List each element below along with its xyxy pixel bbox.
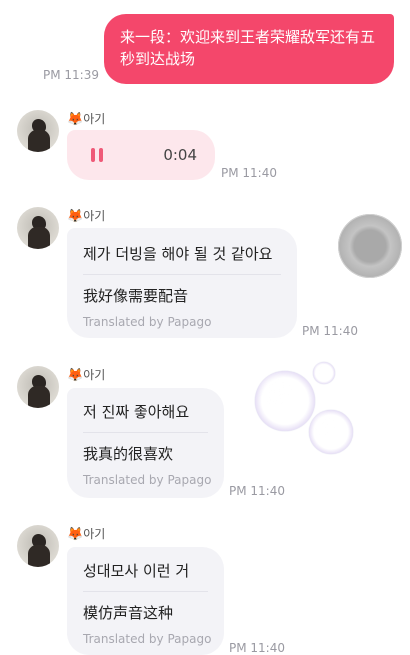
translated-text: 我真的很喜欢 bbox=[83, 445, 174, 463]
soap-bubble-sticker bbox=[313, 362, 335, 384]
sender-name: 🦊아기 bbox=[67, 527, 106, 542]
avatar[interactable] bbox=[17, 525, 59, 567]
original-text: 저 진짜 좋아해요 bbox=[83, 403, 190, 421]
sender-name: 🦊아기 bbox=[67, 209, 106, 224]
original-text: 제가 더빙을 해야 될 것 같아요 bbox=[83, 245, 273, 263]
soap-bubble-sticker bbox=[309, 410, 353, 454]
received-message-bubble[interactable]: 성대모사 이런 거 模仿声音这种 Translated by Papago bbox=[67, 547, 224, 655]
soap-bubble-sticker bbox=[255, 371, 315, 431]
divider bbox=[83, 591, 208, 592]
translated-text: 模仿声音这种 bbox=[83, 604, 174, 622]
sent-message-text: 来一段：欢迎来到王者荣耀敌军还有五秒到达战场 bbox=[120, 28, 376, 68]
voice-message-time: PM 11:40 bbox=[221, 166, 277, 180]
translated-text: 我好像需要配音 bbox=[83, 287, 189, 305]
avatar[interactable] bbox=[17, 207, 59, 249]
translation-credit: Translated by Papago bbox=[83, 315, 212, 329]
fox-emoji-icon: 🦊 bbox=[67, 112, 84, 127]
translation-credit: Translated by Papago bbox=[83, 632, 212, 646]
fox-emoji-icon: 🦊 bbox=[67, 527, 84, 542]
gray-circle-decoration bbox=[338, 214, 402, 278]
pause-icon[interactable] bbox=[91, 148, 105, 162]
message-time: PM 11:40 bbox=[229, 484, 285, 498]
received-message-bubble[interactable]: 저 진짜 좋아해요 我真的很喜欢 Translated by Papago bbox=[67, 388, 224, 498]
original-text: 성대모사 이런 거 bbox=[83, 562, 190, 580]
sent-message-bubble[interactable]: 来一段：欢迎来到王者荣耀敌军还有五秒到达战场 bbox=[104, 14, 394, 84]
sender-name: 🦊아기 bbox=[67, 112, 106, 127]
translation-credit: Translated by Papago bbox=[83, 473, 212, 487]
voice-message-bubble[interactable]: 0:04 bbox=[67, 130, 215, 180]
divider bbox=[83, 274, 281, 275]
fox-emoji-icon: 🦊 bbox=[67, 209, 84, 224]
sent-message-time: PM 11:39 bbox=[43, 68, 99, 82]
message-time: PM 11:40 bbox=[302, 324, 358, 338]
divider bbox=[83, 432, 208, 433]
received-message-bubble[interactable]: 제가 더빙을 해야 될 것 같아요 我好像需要配音 Translated by … bbox=[67, 228, 297, 338]
sender-name: 🦊아기 bbox=[67, 368, 106, 383]
fox-emoji-icon: 🦊 bbox=[67, 368, 84, 383]
avatar[interactable] bbox=[17, 110, 59, 152]
message-time: PM 11:40 bbox=[229, 641, 285, 655]
voice-duration: 0:04 bbox=[163, 146, 197, 164]
avatar[interactable] bbox=[17, 366, 59, 408]
